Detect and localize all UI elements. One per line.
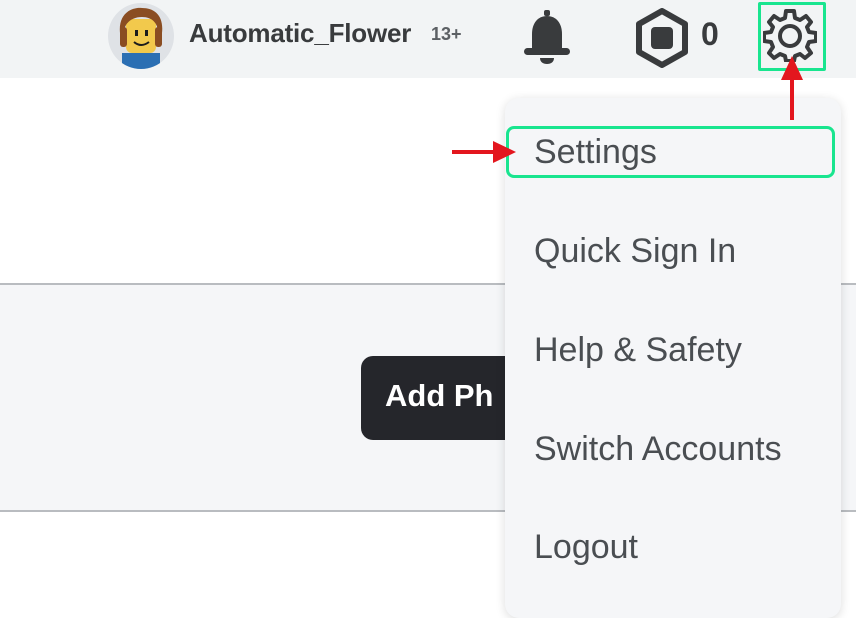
top-navigation-bar: Automatic_Flower 13+ 0 (0, 0, 856, 78)
avatar-icon[interactable] (108, 3, 174, 69)
settings-highlight-box (506, 126, 835, 178)
robux-count[interactable]: 0 (701, 16, 719, 53)
menu-item-logout[interactable]: Logout (534, 528, 638, 567)
menu-item-help-safety[interactable]: Help & Safety (534, 331, 742, 370)
gear-icon[interactable] (762, 8, 818, 63)
bell-icon[interactable] (520, 6, 574, 66)
username[interactable]: Automatic_Flower (189, 18, 411, 49)
menu-item-switch-accounts[interactable]: Switch Accounts (534, 430, 782, 469)
menu-item-quick-sign-in[interactable]: Quick Sign In (534, 232, 736, 271)
age-badge: 13+ (431, 24, 462, 44)
robux-icon[interactable] (632, 8, 692, 68)
